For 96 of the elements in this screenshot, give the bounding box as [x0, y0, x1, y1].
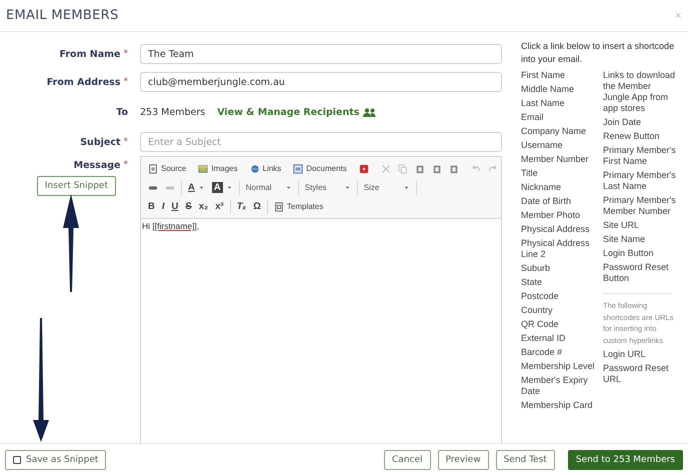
save-snippet-checkbox[interactable]: Save as Snippet [5, 450, 106, 470]
shortcode-link[interactable]: Primary Member's Last Name [603, 170, 679, 192]
footer-button[interactable]: Cancel [384, 450, 431, 470]
shortcode-link[interactable]: Primary Member's Member Number [603, 195, 679, 217]
video-icon [358, 164, 369, 174]
required-mark: * [124, 160, 128, 171]
toolbar-button[interactable]: Images [195, 160, 241, 176]
toolbar-button[interactable]: Documents [290, 160, 350, 176]
toolbar-button[interactable]: U [168, 198, 182, 214]
rich-text-editor[interactable]: Source Images Links Documents A A Normal Styles Size B I U S x₂ x² Tₓ Ω Templates Hi [[firstname]], [140, 156, 502, 443]
format-dropdown[interactable]: Styles [302, 180, 354, 196]
template-icon [274, 202, 284, 212]
shortcode-link[interactable]: Member Number [521, 154, 597, 165]
clipboard-icon [414, 164, 425, 174]
shortcode-link[interactable]: Company Name [521, 126, 597, 137]
shortcode-link[interactable]: Login Button [603, 248, 679, 259]
toolbar-button[interactable]: B [145, 198, 158, 214]
shortcode-link[interactable]: Login URL [603, 349, 679, 360]
clipboard-icon [448, 164, 459, 174]
shortcode-link[interactable]: Email [521, 112, 597, 123]
shortcode-link[interactable]: QR Code [521, 319, 597, 330]
shortcode-link[interactable]: Primary Member's First Name [603, 145, 679, 167]
input-field[interactable]: club@memberjungle.com.au [140, 72, 502, 92]
shortcode-link[interactable]: Date of Birth [521, 196, 597, 207]
field-label: From Name [59, 48, 120, 60]
toolbar-button[interactable]: Source [145, 160, 190, 176]
toolbar-button[interactable]: Ω [250, 198, 264, 214]
window-title: EMAIL MEMBERS [6, 8, 118, 23]
shortcode-link[interactable]: Password Reset URL [603, 363, 679, 385]
people-icon [363, 108, 376, 116]
shortcode-link[interactable]: Country [521, 305, 597, 316]
field-label: Message [74, 160, 120, 171]
shortcode-link[interactable]: Postcode [521, 291, 597, 302]
toolbar-button[interactable]: A [185, 180, 208, 196]
format-dropdown[interactable]: Normal [242, 180, 295, 196]
format-dropdown[interactable]: Size [360, 180, 413, 196]
required-mark: * [124, 77, 128, 87]
shortcode-instructions: Click a link below to insert a shortcode into your email. [521, 40, 676, 66]
caret-icon [226, 184, 233, 191]
footer-button[interactable]: Preview [438, 450, 489, 470]
shortcode-link[interactable]: Username [521, 140, 597, 151]
shortcode-link[interactable]: Title [521, 168, 597, 179]
recipients-link[interactable]: View & Manage Recipients [217, 106, 360, 118]
input-field[interactable]: Enter a Subject [140, 132, 502, 152]
caret-icon [198, 184, 205, 191]
field-label: To [116, 106, 128, 118]
image-icon [198, 164, 208, 174]
caret-icon [402, 184, 410, 191]
shortcode-link[interactable]: Join Date [603, 117, 679, 128]
message-text: Hi [[firstname]], [142, 221, 200, 231]
shortcode-link[interactable]: Middle Name [521, 84, 597, 95]
required-mark: * [124, 49, 128, 59]
toolbar-button[interactable]: S [182, 198, 195, 214]
shortcode-link[interactable]: Links to download the Member Jungle App from app stores [603, 70, 679, 114]
toolbar-button[interactable]: x² [212, 198, 227, 214]
document-icon [148, 164, 158, 174]
shortcode-link[interactable]: First Name [521, 70, 597, 81]
globe-icon [250, 164, 260, 174]
caret-icon [344, 184, 351, 191]
shortcode-link[interactable]: Password Reset Button [603, 262, 679, 284]
toolbar-button[interactable]: Templates [270, 198, 326, 214]
shortcode-link[interactable]: Membership Level [521, 361, 597, 372]
caret-icon [284, 184, 292, 191]
toolbar-button[interactable]: x₂ [196, 198, 212, 214]
input-field[interactable]: The Team [140, 44, 502, 64]
shortcode-link[interactable]: External ID [521, 333, 597, 344]
insert-snippet-button[interactable]: Insert Snippet [36, 176, 116, 196]
shortcode-link[interactable]: Membership Card [521, 400, 597, 411]
recipient-count: 253 Members [140, 106, 206, 118]
toolbar-button[interactable]: A [208, 180, 236, 196]
shortcode-link[interactable]: Barcode # [521, 347, 597, 358]
required-mark: * [124, 137, 128, 147]
clipboard-icon [432, 164, 442, 174]
shortcode-link[interactable]: Last Name [521, 98, 597, 109]
shortcode-link[interactable]: State [521, 277, 597, 288]
footer-button[interactable]: Send Test [496, 450, 555, 470]
shortcode-link[interactable]: Member's Expiry Date [521, 375, 597, 397]
shortcode-link[interactable]: Member Photo [521, 210, 597, 221]
toolbar-button[interactable]: Links [246, 160, 284, 176]
shortcode-link[interactable]: Site URL [603, 220, 679, 231]
send-button[interactable]: Send to 253 Members [568, 450, 683, 470]
redo-icon [488, 164, 498, 174]
field-label: Subject [80, 136, 120, 148]
shortcode-link[interactable]: Site Name [603, 234, 679, 245]
shortcode-link[interactable]: Suburb [521, 263, 597, 274]
shortcode-link[interactable]: Renew Button [603, 131, 679, 142]
toolbar-button[interactable]: Tₓ [234, 198, 250, 214]
field-label: From Address [46, 76, 120, 88]
document-icon [293, 164, 304, 174]
shortcode-link[interactable]: Physical Address Line 2 [521, 238, 597, 260]
copy-icon [398, 164, 408, 174]
toolbar-button[interactable]: I [158, 198, 168, 214]
scissors-icon [380, 164, 391, 174]
undo-icon [470, 164, 481, 174]
shortcode-link[interactable]: Physical Address [521, 224, 597, 235]
shortcode-link[interactable]: Nickname [521, 182, 597, 193]
